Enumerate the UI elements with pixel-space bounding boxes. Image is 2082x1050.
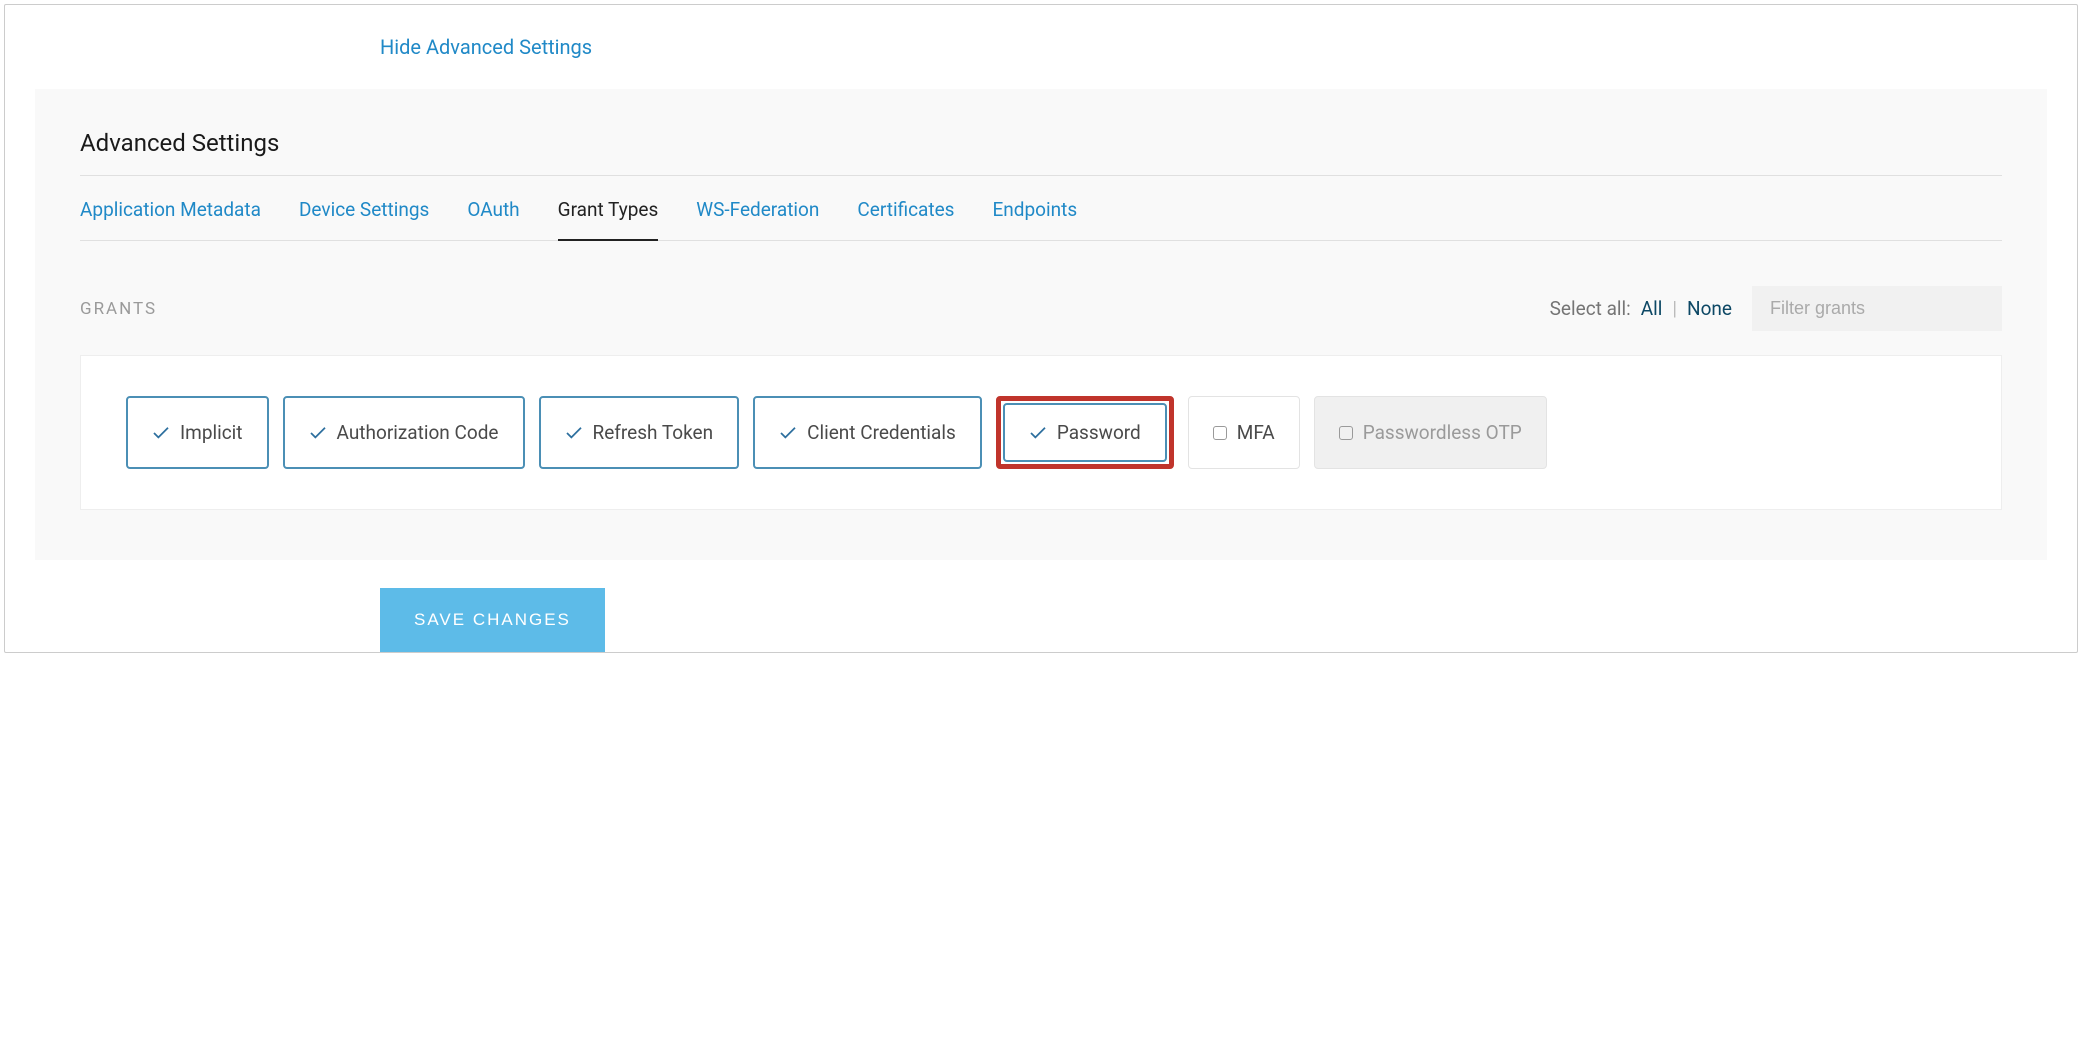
grant-chip-authorization-code[interactable]: Authorization Code bbox=[283, 396, 525, 469]
grants-section-label: GRANTS bbox=[80, 299, 157, 319]
tab-application-metadata[interactable]: Application Metadata bbox=[80, 176, 261, 240]
select-all-label: Select all: bbox=[1550, 297, 1631, 320]
grant-highlight: Password bbox=[996, 396, 1174, 469]
grant-chip-refresh-token[interactable]: Refresh Token bbox=[539, 396, 740, 469]
grant-chip-label: Refresh Token bbox=[593, 421, 714, 444]
grant-chip-passwordless-otp: Passwordless OTP bbox=[1314, 396, 1547, 469]
select-all-link[interactable]: All bbox=[1641, 297, 1663, 320]
grant-chip-label: MFA bbox=[1237, 421, 1275, 444]
grants-controls: Select all: All | None bbox=[1550, 286, 2002, 331]
check-icon bbox=[152, 426, 170, 440]
grants-header: GRANTS Select all: All | None bbox=[80, 286, 2002, 331]
tab-device-settings[interactable]: Device Settings bbox=[299, 176, 429, 240]
grants-list: Implicit Authorization Code Refresh Token C… bbox=[80, 355, 2002, 510]
grant-chip-label: Password bbox=[1057, 421, 1141, 444]
grant-chip-mfa[interactable]: MFA bbox=[1188, 396, 1300, 469]
hide-advanced-settings-link[interactable]: Hide Advanced Settings bbox=[380, 35, 592, 59]
settings-tabs: Application Metadata Device Settings OAuth… bbox=[80, 176, 2002, 241]
tab-endpoints[interactable]: Endpoints bbox=[992, 176, 1077, 240]
tab-ws-federation[interactable]: WS-Federation bbox=[696, 176, 819, 240]
grant-chip-label: Passwordless OTP bbox=[1363, 421, 1522, 444]
tab-grant-types[interactable]: Grant Types bbox=[558, 176, 659, 241]
panel-title: Advanced Settings bbox=[80, 129, 2002, 176]
advanced-settings-panel: Advanced Settings Application Metadata De… bbox=[35, 89, 2047, 560]
grant-chip-label: Authorization Code bbox=[337, 421, 499, 444]
grant-chip-implicit[interactable]: Implicit bbox=[126, 396, 269, 469]
check-icon bbox=[565, 426, 583, 440]
save-row: SAVE CHANGES bbox=[380, 588, 2077, 652]
check-icon bbox=[309, 426, 327, 440]
check-icon bbox=[779, 426, 797, 440]
grant-chip-password[interactable]: Password bbox=[1003, 403, 1167, 462]
tab-oauth[interactable]: OAuth bbox=[467, 176, 519, 240]
check-icon bbox=[1029, 426, 1047, 440]
settings-frame: Hide Advanced Settings Advanced Settings… bbox=[4, 4, 2078, 653]
save-changes-button[interactable]: SAVE CHANGES bbox=[380, 588, 605, 652]
grant-chip-label: Implicit bbox=[180, 421, 243, 444]
grant-chip-label: Client Credentials bbox=[807, 421, 956, 444]
divider: | bbox=[1672, 297, 1677, 320]
checkbox-icon bbox=[1213, 426, 1227, 440]
grant-chip-client-credentials[interactable]: Client Credentials bbox=[753, 396, 982, 469]
checkbox-icon bbox=[1339, 426, 1353, 440]
tab-certificates[interactable]: Certificates bbox=[857, 176, 954, 240]
filter-grants-input[interactable] bbox=[1752, 286, 2002, 331]
select-none-link[interactable]: None bbox=[1687, 297, 1732, 320]
